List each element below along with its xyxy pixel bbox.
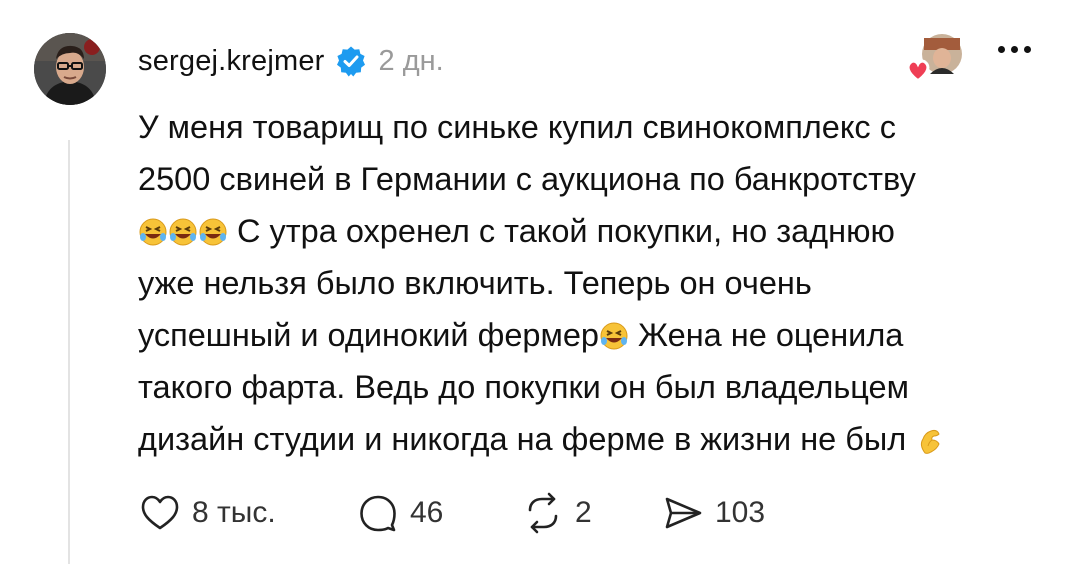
- text-line: успешный и одинокий фермер Жена не оцени…: [138, 309, 1048, 361]
- text-line: такого фарта. Ведь до покупки он был вла…: [138, 369, 909, 405]
- text-segment: Жена не оценила: [638, 317, 904, 353]
- text-line: 2500 свиней в Германии с аукциона по бан…: [138, 161, 916, 197]
- text-line: дизайн студии и никогда на ферме в жизни…: [138, 413, 1048, 465]
- rolling-on-floor-laughing-icon: [198, 210, 228, 246]
- pinching-hand-icon: [915, 418, 945, 454]
- like-count: 8 тыс.: [192, 496, 276, 529]
- text-segment: С утра охренел с такой покупки, но задню…: [237, 213, 895, 249]
- share-count: 103: [715, 496, 766, 529]
- rolling-on-floor-laughing-icon: [599, 314, 629, 350]
- repost-count: 2: [575, 496, 592, 529]
- comment-button[interactable]: 46: [356, 491, 521, 535]
- text-segment: дизайн студии и никогда на ферме в жизни…: [138, 421, 907, 457]
- heart-outline-icon: [141, 495, 179, 530]
- action-bar: 8 тыс. 46 2 103: [138, 488, 765, 538]
- comment-count: 46: [410, 496, 444, 529]
- text-line: У меня товарищ по синьке купил свинокомп…: [138, 109, 896, 145]
- text-segment: успешный и одинокий фермер: [138, 317, 599, 353]
- send-icon: [665, 497, 702, 529]
- text-line: уже нельзя было включить. Теперь он очен…: [138, 265, 812, 301]
- verified-badge-icon: [335, 45, 367, 77]
- heart-icon: [906, 59, 930, 82]
- post-header: sergej.krejmer 2 дн.: [138, 38, 444, 84]
- rolling-on-floor-laughing-icon: [138, 210, 168, 246]
- avatar-image: [34, 33, 106, 105]
- comment-icon: [360, 495, 396, 532]
- username[interactable]: sergej.krejmer: [138, 45, 325, 78]
- more-options-icon[interactable]: [998, 46, 1031, 53]
- thread-line: [68, 140, 70, 564]
- repost-button[interactable]: 2: [521, 491, 661, 535]
- share-button[interactable]: 103: [661, 491, 765, 535]
- repost-icon: [528, 492, 558, 534]
- liked-by-author-indicator[interactable]: [902, 32, 966, 84]
- post-time: 2 дн.: [378, 44, 444, 77]
- user-avatar[interactable]: [34, 33, 106, 105]
- like-button[interactable]: 8 тыс.: [138, 491, 356, 535]
- text-line: С утра охренел с такой покупки, но задню…: [138, 205, 1048, 257]
- rolling-on-floor-laughing-icon: [168, 210, 198, 246]
- post-text: У меня товарищ по синьке купил свинокомп…: [138, 101, 1048, 465]
